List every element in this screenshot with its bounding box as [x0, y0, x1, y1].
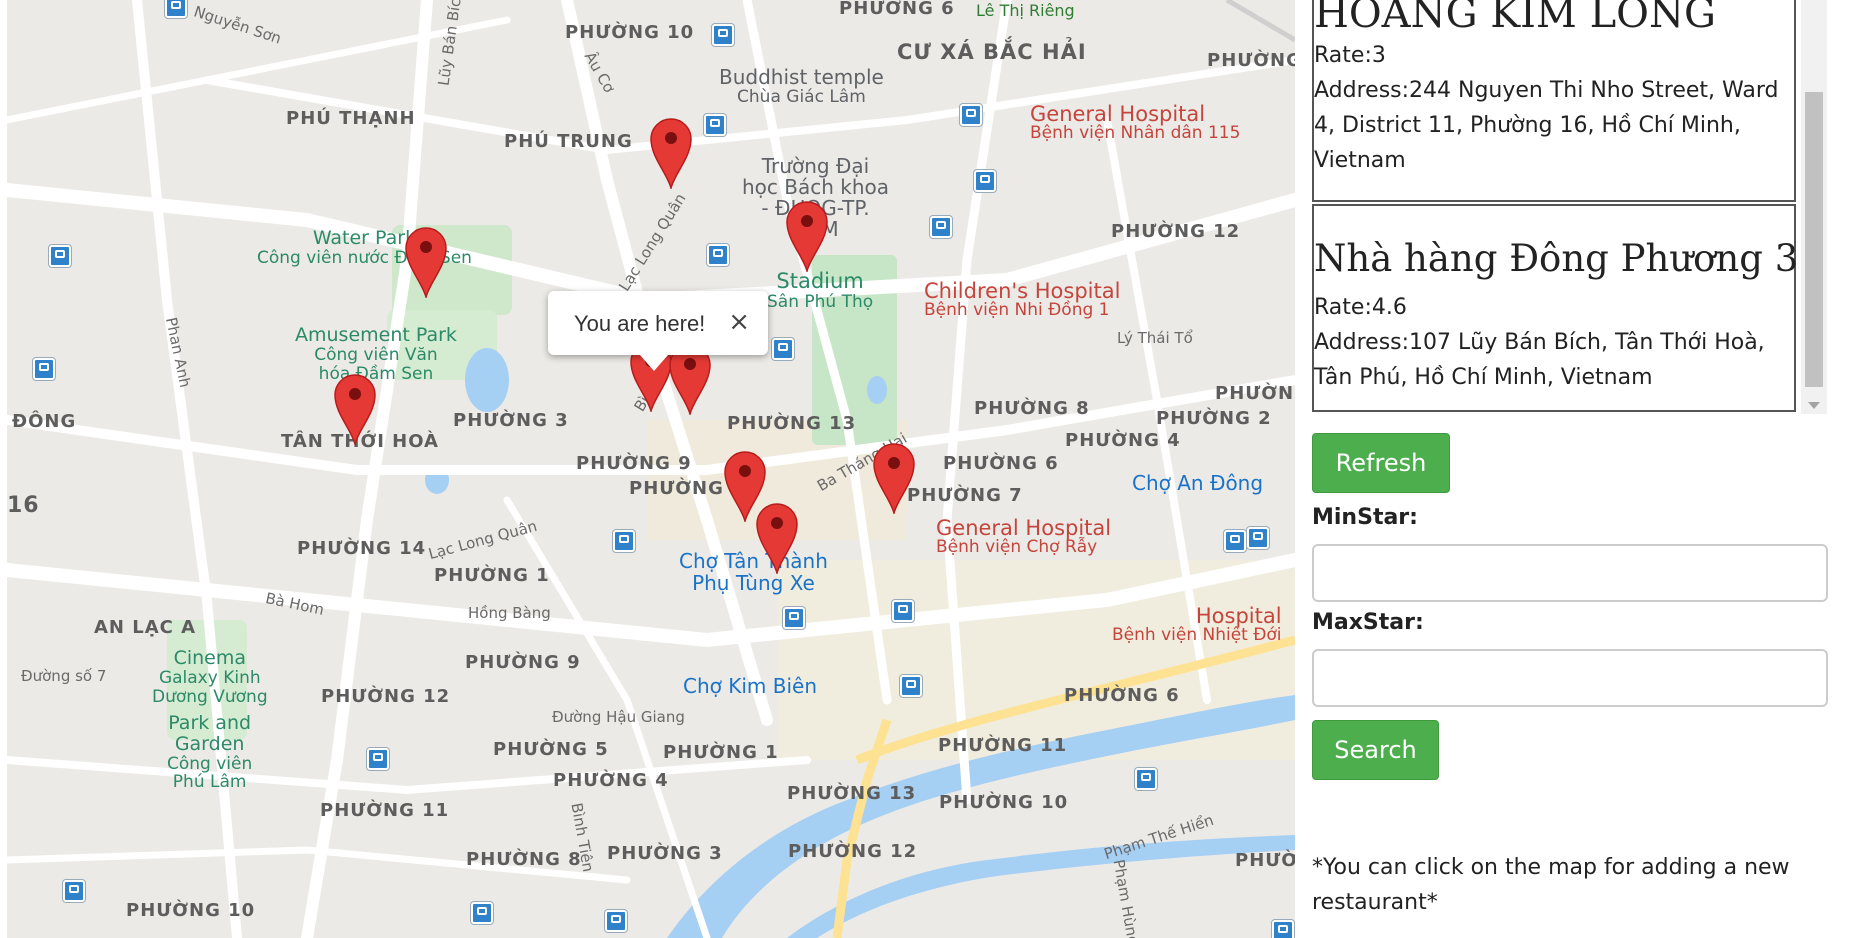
restaurant-marker[interactable] [755, 502, 799, 576]
max-star-input[interactable] [1312, 649, 1828, 707]
restaurant-name: Nhà hàng Đông Phương 3 [1314, 237, 1799, 280]
search-button[interactable]: Search [1312, 720, 1439, 780]
bus-stop-icon [605, 910, 627, 932]
bus-stop-icon [613, 530, 635, 552]
restaurant-name: HOÀNG KIM LONG [1314, 0, 1716, 37]
bus-stop-icon [33, 358, 55, 380]
restaurant-card: HOÀNG KIM LONG Rate:3 Address:244 Nguyen… [1312, 0, 1796, 202]
scroll-down-arrow-icon[interactable] [1808, 402, 1820, 409]
close-icon[interactable]: × [728, 307, 750, 337]
max-star-label: MaxStar: [1312, 610, 1424, 635]
sidebar: HOÀNG KIM LONG Rate:3 Address:244 Nguyen… [1295, 0, 1867, 938]
bus-stop-icon [471, 902, 493, 924]
list-scrollbar[interactable] [1801, 0, 1827, 414]
bus-stop-icon [712, 24, 734, 46]
bus-stop-icon [1224, 530, 1246, 552]
map-canvas[interactable]: PHƯỜNG 10 PHƯỜNG 6 CƯ XÁ BẮC HẢI PHƯỜNG … [7, 0, 1295, 938]
bus-stop-icon [63, 880, 85, 902]
restaurant-rate: Rate:4.6 [1314, 295, 1407, 320]
bus-stop-icon [783, 607, 805, 629]
bus-stop-icon [892, 600, 914, 622]
scrollbar-thumb[interactable] [1805, 92, 1823, 387]
restaurant-marker[interactable] [785, 200, 829, 274]
bus-stop-icon [367, 748, 389, 770]
bus-stop-icon [1272, 920, 1294, 938]
refresh-button[interactable]: Refresh [1312, 433, 1450, 493]
bus-stop-icon [165, 0, 187, 18]
bus-stop-icon [930, 216, 952, 238]
bus-stop-icon [1135, 768, 1157, 790]
restaurant-marker[interactable] [404, 226, 448, 300]
min-star-label: MinStar: [1312, 505, 1418, 530]
restaurant-address: Address:107 Lũy Bán Bích, Tân Thới Hoà, … [1314, 330, 1765, 390]
restaurant-rate: Rate:3 [1314, 43, 1386, 68]
restaurant-marker[interactable] [649, 117, 693, 191]
restaurant-list[interactable]: HOÀNG KIM LONG Rate:3 Address:244 Nguyen… [1312, 0, 1822, 414]
bus-stop-icon [49, 245, 71, 267]
bus-stop-icon [707, 244, 729, 266]
bus-stop-icon [704, 114, 726, 136]
restaurant-card: Nhà hàng Đông Phương 3 Rate:4.6 Address:… [1312, 204, 1799, 412]
min-star-input[interactable] [1312, 544, 1828, 602]
bus-stop-icon [960, 104, 982, 126]
bus-stop-icon [974, 170, 996, 192]
restaurant-marker[interactable] [872, 442, 916, 516]
you-are-here-info-window: You are here! × [548, 291, 768, 371]
restaurant-marker[interactable] [333, 373, 377, 447]
bus-stop-icon [900, 675, 922, 697]
hint-note: *You can click on the map for adding a n… [1312, 855, 1790, 915]
bus-stop-icon [772, 338, 794, 360]
info-window-text: You are here! [574, 311, 706, 336]
bus-stop-icon [1247, 527, 1269, 549]
restaurant-address: Address:244 Nguyen Thi Nho Street, Ward … [1314, 78, 1779, 173]
